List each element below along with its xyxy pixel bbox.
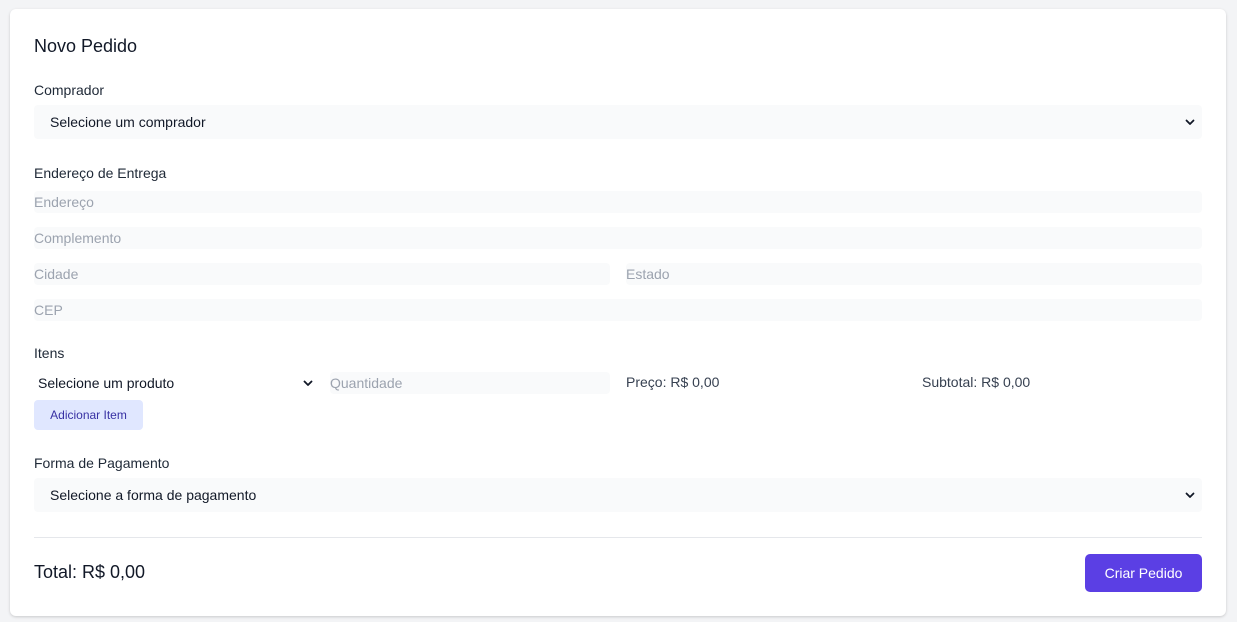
items-label: Itens: [34, 345, 65, 361]
add-item-button[interactable]: Adicionar Item: [34, 400, 143, 430]
address-label: Endereço de Entrega: [34, 165, 167, 181]
address-zip-placeholder: CEP: [34, 302, 63, 318]
address-city-input[interactable]: Cidade: [34, 263, 610, 285]
chevron-down-icon: [303, 380, 313, 386]
order-total: Total: R$ 0,00: [34, 562, 146, 582]
item-price: Preço: R$ 0,00: [626, 374, 720, 390]
create-order-button[interactable]: Criar Pedido: [1085, 554, 1202, 592]
quantity-placeholder: Quantidade: [330, 375, 403, 391]
address-street-placeholder: Endereço: [34, 194, 94, 210]
product-select-value: Selecione um produto: [38, 375, 175, 391]
footer-divider: [34, 537, 1202, 538]
address-zip-input[interactable]: CEP: [34, 299, 1202, 321]
address-street-input[interactable]: Endereço: [34, 191, 1202, 213]
address-complement-placeholder: Complemento: [34, 230, 122, 246]
quantity-input[interactable]: Quantidade: [330, 372, 610, 394]
product-select[interactable]: Selecione um produto: [34, 372, 316, 394]
chevron-down-icon: [1185, 119, 1195, 125]
order-form-card: Novo Pedido Comprador Selecione um compr…: [10, 9, 1226, 616]
buyer-label: Comprador: [34, 82, 105, 98]
page-title: Novo Pedido: [34, 36, 138, 56]
payment-select[interactable]: Selecione a forma de pagamento: [34, 478, 1202, 512]
chevron-down-icon: [1185, 492, 1195, 498]
payment-label: Forma de Pagamento: [34, 455, 170, 471]
address-complement-input[interactable]: Complemento: [34, 227, 1202, 249]
address-state-placeholder: Estado: [626, 266, 670, 282]
buyer-select[interactable]: Selecione um comprador: [34, 105, 1202, 139]
payment-select-value: Selecione a forma de pagamento: [50, 487, 257, 503]
item-subtotal: Subtotal: R$ 0,00: [922, 374, 1031, 390]
address-state-input[interactable]: Estado: [626, 263, 1202, 285]
address-city-placeholder: Cidade: [34, 266, 79, 282]
buyer-select-value: Selecione um comprador: [50, 114, 206, 130]
